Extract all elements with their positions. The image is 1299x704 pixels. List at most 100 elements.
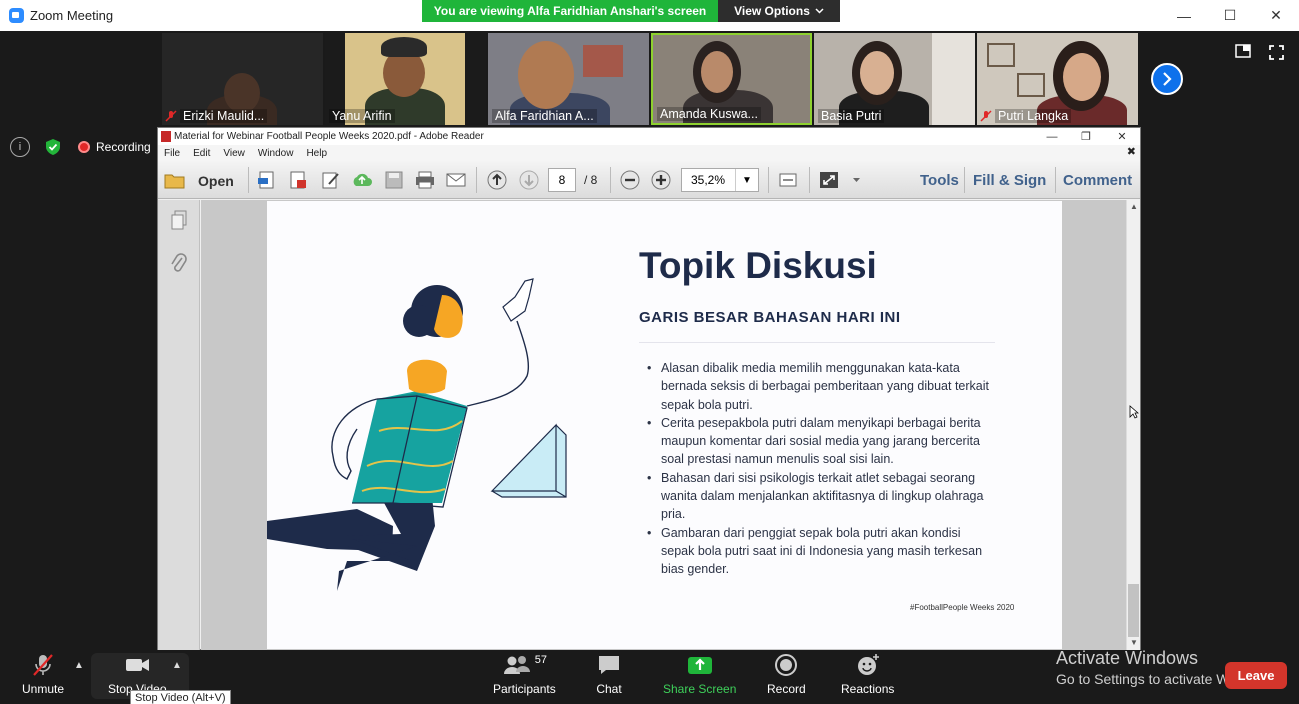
- layout-icon[interactable]: [1235, 44, 1251, 58]
- shared-screen-adobe-reader: Material for Webinar Football People Wee…: [157, 127, 1141, 650]
- video-tile[interactable]: Putri Langka: [977, 33, 1138, 125]
- video-camera-icon: [126, 659, 150, 671]
- reader-title-bar: Material for Webinar Football People Wee…: [158, 128, 1140, 145]
- video-tile[interactable]: Basia Putri: [814, 33, 975, 125]
- list-item: Cerita pesepakbola putri dalam menyikapi…: [647, 414, 997, 469]
- attachments-paperclip-icon[interactable]: [170, 253, 188, 275]
- prism-triangle-illustration: [490, 423, 567, 498]
- zoom-out-icon[interactable]: [619, 170, 641, 190]
- audio-options-chevron-up-icon[interactable]: ▲: [74, 660, 84, 671]
- menu-window[interactable]: Window: [258, 148, 294, 159]
- chat-button[interactable]: Chat: [596, 652, 622, 696]
- document-scrollbar[interactable]: ▲ ▼: [1126, 200, 1140, 650]
- leave-meeting-button[interactable]: Leave: [1225, 662, 1287, 689]
- menu-file[interactable]: File: [164, 148, 180, 159]
- discussion-topics-list: Alasan dibalik media memilih menggunakan…: [647, 359, 997, 579]
- participants-button[interactable]: 57 Participants: [493, 652, 556, 696]
- full-screen-mode-icon[interactable]: [818, 170, 840, 190]
- list-item: Bahasan dari sisi psikologis terkait atl…: [647, 469, 997, 524]
- unmute-label: Unmute: [22, 682, 65, 696]
- fill-sign-pane-button[interactable]: Fill & Sign: [973, 172, 1046, 189]
- list-item: Alasan dibalik media memilih menggunakan…: [647, 359, 997, 414]
- zoom-in-icon[interactable]: [650, 170, 672, 190]
- zoom-meeting-window: Zoom Meeting — ☐ ✕ You are viewing Alfa …: [0, 0, 1299, 704]
- menu-view[interactable]: View: [223, 148, 245, 159]
- print-icon[interactable]: [414, 170, 436, 190]
- record-label: Record: [767, 682, 806, 696]
- close-button[interactable]: ✕: [1253, 0, 1299, 31]
- recording-indicator[interactable]: Recording: [78, 140, 151, 154]
- share-screen-button[interactable]: Share Screen: [663, 652, 736, 696]
- participant-name: Amanda Kuswa...: [657, 107, 761, 121]
- page-thumbnails-icon[interactable]: [170, 210, 188, 230]
- video-tile[interactable]: Yanu Arifin: [325, 33, 486, 125]
- encryption-shield-icon[interactable]: [44, 138, 62, 156]
- menu-help[interactable]: Help: [306, 148, 327, 159]
- list-item: Gambaran dari penggiat sepak bola putri …: [647, 524, 997, 579]
- gallery-next-button[interactable]: [1151, 63, 1183, 95]
- previous-page-icon[interactable]: [486, 170, 508, 190]
- scroll-up-icon[interactable]: ▲: [1130, 202, 1138, 211]
- pdf-page: Topik Diskusi GARIS BESAR BAHASAN HARI I…: [267, 201, 1062, 649]
- stop-video-tooltip: Stop Video (Alt+V): [130, 690, 231, 704]
- view-options-button[interactable]: View Options: [718, 0, 840, 22]
- slide-subtitle: GARIS BESAR BAHASAN HARI INI: [639, 309, 901, 326]
- create-pdf-icon[interactable]: [256, 170, 278, 190]
- video-options-chevron-up-icon[interactable]: ▲: [172, 660, 182, 671]
- open-button[interactable]: Open: [198, 173, 234, 189]
- participant-name: Yanu Arifin: [329, 109, 395, 123]
- record-dot-icon: [78, 141, 90, 153]
- video-tile[interactable]: Erizki Maulid...: [162, 33, 323, 125]
- reader-toolbar: Open 8 / 8 35,2% ▼ Tools Fill & Sign Com…: [158, 161, 1140, 199]
- zoom-dropdown-chevron-icon[interactable]: ▼: [735, 169, 758, 191]
- scroll-thumb[interactable]: [1128, 584, 1139, 637]
- recording-label: Recording: [96, 140, 151, 154]
- edit-pdf-icon[interactable]: [320, 170, 342, 190]
- record-icon: [775, 654, 798, 676]
- reader-minimize-button[interactable]: —: [1034, 128, 1070, 145]
- chevron-right-icon: [1163, 72, 1172, 86]
- fit-page-icon[interactable]: [777, 170, 799, 190]
- email-icon[interactable]: [445, 170, 467, 190]
- video-tile-active-speaker[interactable]: Amanda Kuswa...: [651, 33, 812, 125]
- screen-share-banner: You are viewing Alfa Faridhian Anshari's…: [422, 0, 718, 22]
- share-screen-label: Share Screen: [663, 682, 737, 696]
- page-number-input[interactable]: 8: [548, 168, 576, 192]
- participant-name: Erizki Maulid...: [180, 109, 268, 123]
- open-folder-icon[interactable]: [164, 170, 186, 190]
- pdf-file-icon: [161, 131, 171, 142]
- comment-pane-button[interactable]: Comment: [1063, 172, 1132, 189]
- record-button[interactable]: Record: [767, 652, 806, 696]
- window-title: Zoom Meeting: [30, 8, 114, 23]
- next-page-icon[interactable]: [518, 170, 540, 190]
- minimize-button[interactable]: —: [1161, 0, 1207, 31]
- mic-muted-icon: [165, 110, 177, 122]
- mic-muted-icon: [980, 110, 992, 122]
- reactions-smiley-icon: [857, 654, 879, 675]
- fullscreen-icon[interactable]: [1269, 45, 1284, 60]
- tools-pane-button[interactable]: Tools: [920, 172, 959, 189]
- chevron-down-icon: [815, 8, 824, 14]
- scroll-down-icon[interactable]: ▼: [1130, 638, 1138, 647]
- meeting-info-icon[interactable]: i: [10, 137, 30, 157]
- unmute-button[interactable]: Unmute: [22, 652, 64, 696]
- toolbar-more-chevron-icon[interactable]: [852, 177, 861, 183]
- mouse-cursor-icon: [1129, 405, 1139, 419]
- participant-name: Basia Putri: [818, 109, 885, 123]
- reactions-button[interactable]: Reactions: [841, 652, 894, 696]
- video-tile[interactable]: Alfa Faridhian A...: [488, 33, 649, 125]
- slide-title: Topik Diskusi: [639, 245, 877, 286]
- export-pdf-icon[interactable]: [287, 170, 309, 190]
- reader-restore-button[interactable]: ❐: [1068, 128, 1104, 145]
- participants-count: 57: [534, 654, 547, 666]
- reader-close-button[interactable]: ✕: [1104, 128, 1140, 145]
- menu-close-icon[interactable]: ✖: [1127, 145, 1136, 158]
- maximize-button[interactable]: ☐: [1207, 0, 1253, 31]
- participant-name: Putri Langka: [995, 109, 1072, 123]
- navigation-side-panel: [158, 200, 200, 650]
- page-total: / 8: [584, 173, 598, 187]
- upload-cloud-icon[interactable]: [351, 170, 373, 190]
- save-icon[interactable]: [383, 170, 405, 190]
- chat-bubble-icon: [599, 656, 619, 674]
- menu-edit[interactable]: Edit: [193, 148, 210, 159]
